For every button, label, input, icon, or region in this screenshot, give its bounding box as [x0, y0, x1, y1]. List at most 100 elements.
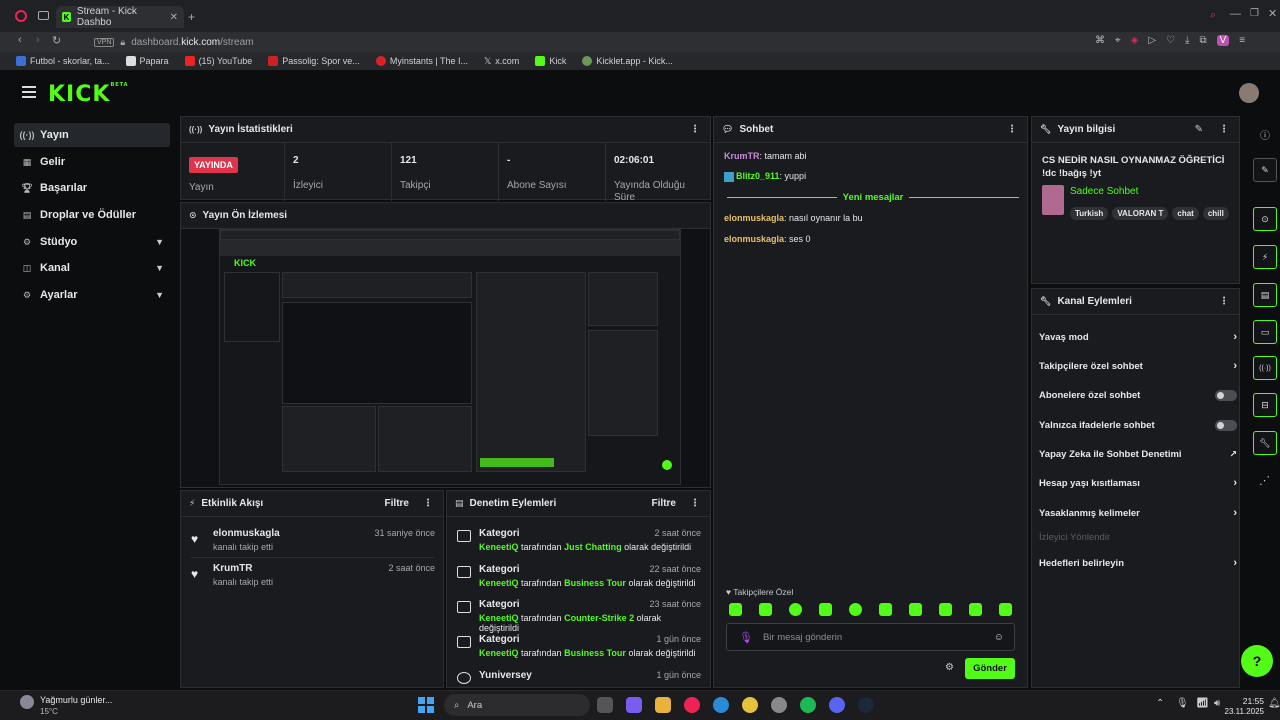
back-icon[interactable]: ‹ — [18, 34, 22, 46]
taskbar-search[interactable]: ⌕ Ara — [444, 694, 590, 716]
bookmark-kick[interactable]: Kick — [535, 56, 566, 66]
account-age-item[interactable]: Hesap yaşı kısıtlaması › — [1039, 473, 1237, 493]
forward-icon[interactable]: › — [36, 34, 40, 46]
emote-icon[interactable] — [729, 603, 742, 616]
bookmark-myinstants[interactable]: Myinstants | The I... — [375, 56, 468, 66]
more-options-icon[interactable]: ⋮ — [1219, 296, 1229, 307]
sidebar-item-droplar[interactable]: ▤ Droplar ve Ödüller — [14, 203, 170, 227]
more-options-icon[interactable]: ⋮ — [690, 498, 700, 509]
stream-preview-video[interactable]: KICK — [219, 229, 681, 485]
tab-manager-icon[interactable] — [38, 11, 49, 20]
category-thumbnail[interactable] — [1042, 185, 1064, 215]
send-button[interactable]: Gönder — [965, 658, 1015, 679]
set-goals-item[interactable]: Hedefleri belirleyin › — [1039, 553, 1237, 573]
subscribers-only-toggle[interactable] — [1215, 389, 1237, 401]
tray-chevron-icon[interactable]: ⌃ — [1156, 698, 1164, 709]
profile-icon[interactable]: V — [1216, 35, 1230, 46]
bookmark-passolig[interactable]: Passolig: Spor ve... — [268, 56, 360, 66]
sidebar-item-gelir[interactable]: ▦ Gelir — [14, 150, 170, 174]
windows-start-icon[interactable] — [418, 697, 434, 713]
heart-icon[interactable]: ♡ — [1166, 35, 1175, 46]
more-options-icon[interactable]: ⋮ — [423, 498, 433, 509]
chat-settings-gear-icon[interactable]: ⚙ — [945, 662, 954, 673]
new-tab-icon[interactable]: + — [188, 10, 195, 24]
emote-icon[interactable] — [849, 603, 862, 616]
app-icon[interactable] — [771, 697, 787, 713]
chat-input[interactable]: 🎙︎ Bir mesaj gönderin ☺ — [726, 623, 1015, 651]
edge-icon[interactable] — [713, 697, 729, 713]
channel-toggle-icon[interactable]: 🔧︎ — [1253, 431, 1277, 455]
emote-icon[interactable] — [759, 603, 772, 616]
edit-icon[interactable]: ✎ — [1195, 124, 1203, 135]
banned-words-item[interactable]: Yasaklanmış kelimeler › — [1039, 503, 1237, 523]
clock-time[interactable]: 21:55 — [1228, 696, 1264, 706]
clock-date[interactable]: 23.11.2025 — [1220, 707, 1264, 716]
extensions-icon[interactable]: ⧉ — [1199, 35, 1206, 46]
filter-button[interactable]: Filtre — [652, 498, 676, 509]
chat-toggle-icon[interactable]: ▭ — [1253, 320, 1277, 344]
stats-toggle-icon[interactable]: ((·)) — [1253, 356, 1277, 380]
moderation-toggle-icon[interactable]: ▤ — [1253, 283, 1277, 307]
emote-icon[interactable] — [819, 603, 832, 616]
emote-only-toggle[interactable] — [1215, 419, 1237, 431]
emote-icon[interactable] — [969, 603, 982, 616]
file-explorer-icon[interactable] — [655, 697, 671, 713]
spotify-icon[interactable] — [800, 697, 816, 713]
vpn-badge[interactable]: VPN — [94, 37, 115, 47]
steam-icon[interactable] — [858, 697, 874, 713]
tag[interactable]: chill — [1202, 207, 1229, 220]
browser-tab[interactable]: K Stream - Kick Dashbo ✕ — [56, 6, 184, 28]
emote-icon[interactable] — [879, 603, 892, 616]
wifi-icon[interactable]: 📶︎ — [1196, 698, 1209, 709]
tag[interactable]: chat — [1172, 207, 1199, 220]
url-field[interactable]: VPN 🔒︎ dashboard.kick.com/stream — [94, 34, 1094, 50]
info-icon[interactable]: ⓘ — [1260, 127, 1270, 142]
more-options-icon[interactable]: ⋮ — [690, 124, 700, 135]
slow-mode-item[interactable]: Yavaş mod › — [1039, 327, 1237, 347]
sidebar-item-yayin[interactable]: ((·)) Yayın — [14, 123, 170, 147]
info-toggle-icon[interactable]: ⊟ — [1253, 393, 1277, 417]
user-avatar[interactable] — [1239, 83, 1259, 103]
notification-icon[interactable]: 🔔︎ — [1268, 698, 1280, 709]
activity-toggle-icon[interactable]: ⚡︎ — [1253, 245, 1277, 269]
edit-layout-icon[interactable]: ✎ — [1253, 158, 1277, 182]
weather-icon[interactable] — [20, 695, 34, 709]
followers-only-item[interactable]: Takipçilere özel sohbet › — [1039, 356, 1237, 376]
emote-icon[interactable] — [789, 603, 802, 616]
search-tabs-icon[interactable]: ⌕ — [1210, 9, 1216, 22]
menu-icon[interactable]: ≡ — [1239, 35, 1245, 46]
bookmark-x[interactable]: 𝕏x.com — [484, 56, 519, 67]
more-options-icon[interactable]: ⋮ — [1007, 124, 1017, 135]
filter-button[interactable]: Filtre — [385, 498, 409, 509]
opera-logo-icon[interactable] — [15, 10, 27, 22]
category-name[interactable]: Sadece Sohbet — [1070, 186, 1138, 197]
hamburger-menu-icon[interactable] — [22, 86, 36, 98]
microphone-icon[interactable]: 🎙︎ — [1176, 698, 1189, 709]
help-icon[interactable]: ? — [1241, 645, 1273, 677]
share-icon[interactable]: ⋰ — [1259, 474, 1270, 487]
sidebar-item-studyo[interactable]: ⚙ Stüdyo ▼ — [14, 230, 170, 254]
reload-icon[interactable]: ↻ — [52, 34, 61, 47]
microphone-icon[interactable]: 🎙︎ — [739, 631, 753, 644]
copilot-icon[interactable] — [626, 697, 642, 713]
bookmark-papara[interactable]: Papara — [125, 56, 169, 66]
tag[interactable]: VALORAN T — [1112, 207, 1169, 220]
new-messages-divider[interactable]: Yeni mesajlar — [727, 190, 1020, 204]
maximize-icon[interactable]: ❐ — [1250, 8, 1259, 19]
opera-taskbar-icon[interactable] — [684, 697, 700, 713]
pin-icon[interactable]: ⌖ — [1115, 35, 1121, 46]
sidebar-item-ayarlar[interactable]: ⚙ Ayarlar ▼ — [14, 283, 170, 307]
minimize-icon[interactable]: — — [1230, 8, 1241, 20]
emoji-icon[interactable]: ☺ — [994, 632, 1004, 643]
chrome-icon[interactable] — [742, 697, 758, 713]
ai-moderation-item[interactable]: Yapay Zeka ile Sohbet Denetimi ↗ — [1039, 444, 1237, 464]
weather-text[interactable]: Yağmurlu günler... — [40, 695, 112, 705]
bookmark-youtube[interactable]: (15) YouTube — [184, 56, 252, 66]
kick-logo[interactable]: KICKBETA — [48, 82, 129, 107]
bookmark-kicklet[interactable]: Kicklet.app - Kick... — [582, 56, 673, 66]
snapshot-icon[interactable]: ⌘ — [1095, 35, 1105, 46]
pocket-icon[interactable]: ◈ — [1131, 35, 1139, 46]
tag[interactable]: Turkish — [1070, 207, 1109, 220]
bookmark-futbol[interactable]: Futbol - skorlar, ta... — [16, 56, 110, 66]
emote-icon[interactable] — [999, 603, 1012, 616]
